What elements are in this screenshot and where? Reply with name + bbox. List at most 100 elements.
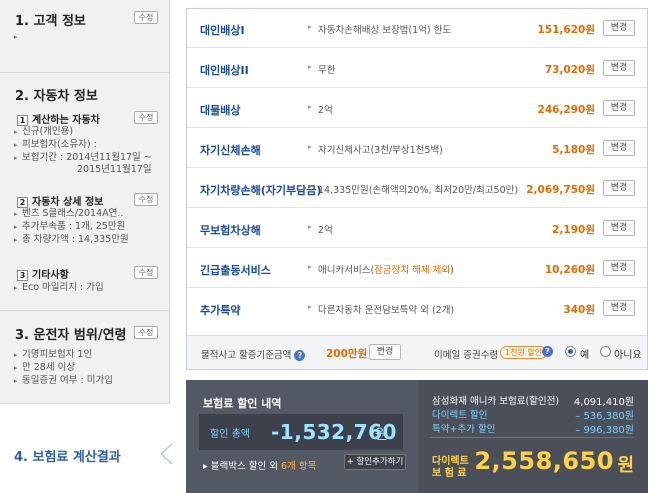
vehicle-special-subtitle: 3 기타사항 xyxy=(17,266,69,281)
coverage-amount: 5,180원 xyxy=(552,144,595,156)
change-button[interactable]: 변경 xyxy=(603,100,635,116)
active-pointer-icon xyxy=(160,444,172,464)
list-item: 총 차량가액 : 14,335만원 xyxy=(14,234,129,246)
coverage-desc: 2억 xyxy=(308,222,333,236)
coverage-desc: 자기신체사고(3천/부상1천5백) xyxy=(308,142,443,156)
change-button[interactable]: 변경 xyxy=(603,260,635,276)
summary-title: 보험료 할인 내역 xyxy=(203,397,282,410)
final-premium-value: 2,558,650 xyxy=(474,447,614,475)
discount-summary: 보험료 할인 내역 할인 총액 -1,532,760 원 ▸ 블랙박스 할인 외… xyxy=(186,380,418,493)
result-section[interactable]: 4. 보험료 계산결과 xyxy=(0,404,172,493)
driver-edit-button[interactable]: 수정 xyxy=(134,326,158,339)
direct-discount-value: – 536,380원 xyxy=(575,411,634,422)
table-row: 대물배상 2억 246,290원 변경 xyxy=(187,89,647,128)
radio-label: 아니요 xyxy=(614,350,642,361)
list-item: 동일증권 여부 : 미가입 xyxy=(14,375,113,387)
subtitle-text: 기타사항 xyxy=(32,270,69,281)
premium-before-label: 삼성화재 애니카 보험료(할인전) xyxy=(432,396,560,407)
email-label: 이메일 증권수령 xyxy=(434,350,499,361)
blackbox-count: 6개 항목 xyxy=(281,461,317,472)
list-item: 2015년11월17일 xyxy=(77,164,152,175)
coverage-name[interactable]: 자기신체손해 xyxy=(200,142,261,158)
coverage-name[interactable]: 대인배상I xyxy=(200,22,245,38)
coverage-amount: 246,290원 xyxy=(537,104,595,116)
desc-text: 애니카서비스( xyxy=(318,265,375,276)
coverage-desc: 2억 xyxy=(308,102,333,116)
label-text: 물적사고 할증기준금액 xyxy=(201,350,292,361)
number-badge: 2 xyxy=(17,197,28,208)
special-discount-value: – 996,380원 xyxy=(575,425,634,436)
coverage-amount: 2,069,750원 xyxy=(526,184,595,196)
table-row: 자기신체손해 자기신체사고(3천/부상1천5백) 5,180원 변경 xyxy=(187,129,647,168)
discount-total-label: 할인 총액 xyxy=(210,429,250,440)
coverage-name[interactable]: 자기차량손해(자기부담금) xyxy=(200,182,321,198)
help-icon[interactable]: ? xyxy=(542,346,553,357)
table-row: 긴급출동서비스 애니카서비스(잠금장치 해제 제외) 10,260원 변경 xyxy=(187,249,647,288)
customer-edit-button[interactable]: 수정 xyxy=(134,11,158,24)
discount-total-unit: 원 xyxy=(375,427,388,443)
list-item: 만 28세 이상 xyxy=(14,362,75,374)
change-button[interactable]: 변경 xyxy=(603,20,635,36)
discount-badge: 1천원 할인 xyxy=(500,346,548,359)
help-icon[interactable]: ? xyxy=(294,350,306,361)
vehicle-detail-edit-button[interactable]: 수정 xyxy=(134,193,158,206)
divider xyxy=(430,437,634,438)
customer-section: 1. 고객 정보 수정 xyxy=(0,0,170,73)
coverage-name[interactable]: 추가특약 xyxy=(200,302,240,318)
coverage-name[interactable]: 대인배상II xyxy=(200,62,249,78)
summary-panel: 보험료 할인 내역 할인 총액 -1,532,760 원 ▸ 블랙박스 할인 외… xyxy=(186,380,648,493)
options-row: 물적사고 할증기준금액? 200만원 변경 이메일 증권수령 1천원 할인 ? … xyxy=(187,335,647,369)
list-item: 기명피보험자 1인 xyxy=(14,349,92,361)
change-button[interactable]: 변경 xyxy=(603,60,635,76)
list-item: 신규(개인용) xyxy=(14,126,73,138)
property-limit-label: 물적사고 할증기준금액? xyxy=(201,347,306,361)
coverage-desc: 애니카서비스(잠금장치 해제 제외) xyxy=(308,262,454,276)
coverage-table: 대인배상I 자동차손해배상 보장법(1억) 한도 151,620원 변경 대인배… xyxy=(186,8,648,370)
section-title: 1. 고객 정보 xyxy=(15,14,86,29)
add-discount-label: 할인추가하기 xyxy=(356,457,404,467)
blackbox-label: 블랙박스 할인 외 xyxy=(210,461,282,472)
label-line: 보 험 료 xyxy=(432,468,467,479)
final-premium-unit: 원 xyxy=(617,455,634,476)
section-title: 3. 운전자 범위/연령 xyxy=(15,328,127,343)
special-discount-label: 특약+추가 할인 xyxy=(432,424,496,435)
driver-section: 3. 운전자 범위/연령 수정 기명피보험자 1인 만 28세 이상 동일증권 … xyxy=(0,311,170,404)
coverage-name[interactable]: 무보험차상해 xyxy=(200,222,261,238)
property-limit-amount: 200만원 xyxy=(326,348,368,360)
coverage-desc: 무한 xyxy=(308,62,336,76)
coverage-amount: 10,260원 xyxy=(544,264,595,276)
discount-total-box: 할인 총액 -1,532,760 원 xyxy=(199,414,403,450)
direct-discount-label: 다이렉트 할인 xyxy=(432,410,488,421)
table-row: 자기차량손해(자기부담금) 14,335만원(손해액의20%, 최저20만/최고… xyxy=(187,169,647,208)
table-row: 대인배상I 자동차손해배상 보장법(1억) 한도 151,620원 변경 xyxy=(187,9,647,48)
label-line: 다이렉트 xyxy=(432,456,469,467)
coverage-desc: 자동차손해배상 보장법(1억) 한도 xyxy=(308,22,451,36)
email-no-radio[interactable] xyxy=(600,346,611,357)
coverage-name[interactable]: 대물배상 xyxy=(200,102,240,118)
desc-highlight: 잠금장치 해제 제외 xyxy=(374,265,451,276)
list-item: 보험기간 : 2014년11월17일 ~ xyxy=(14,152,152,164)
vehicle-special-edit-button[interactable]: 수정 xyxy=(134,266,158,279)
coverage-name[interactable]: 긴급출동서비스 xyxy=(200,262,271,278)
list-item: Eco 마일리지 : 가입 xyxy=(14,282,104,294)
table-row: 추가특약 다른자동차 운전담보특약 외 (2개) 340원 변경 xyxy=(187,289,647,328)
change-button[interactable]: 변경 xyxy=(603,220,635,236)
coverage-amount: 151,620원 xyxy=(537,24,595,36)
coverage-desc: 다른자동차 운전담보특약 외 (2개) xyxy=(308,302,454,316)
coverage-amount: 2,190원 xyxy=(552,224,595,236)
change-button[interactable]: 변경 xyxy=(603,180,635,196)
radio-label: 예 xyxy=(580,350,590,361)
change-button[interactable]: 변경 xyxy=(603,300,635,316)
number-badge: 1 xyxy=(17,115,28,126)
add-discount-button[interactable]: + 할인추가하기 xyxy=(344,454,406,470)
blackbox-discount-text: ▸ 블랙박스 할인 외 6개 항목 xyxy=(203,461,317,472)
vehicle-car-subtitle: 1 계산하는 자동차 xyxy=(17,111,100,126)
sidebar: 1. 고객 정보 수정 2. 자동차 정보 1 계산하는 자동차 수정 신규(개인… xyxy=(0,0,172,493)
list-item: 피보험자(소유자) : xyxy=(14,139,97,151)
vehicle-car-edit-button[interactable]: 수정 xyxy=(134,111,158,124)
list-item: 추가부속품 : 1개, 25만원 xyxy=(14,221,125,233)
property-limit-change-button[interactable]: 변경 xyxy=(369,344,401,360)
list-item: 벤츠 S클래스/2014A연.. xyxy=(14,208,123,220)
email-yes-radio[interactable] xyxy=(565,346,576,357)
change-button[interactable]: 변경 xyxy=(603,140,635,156)
